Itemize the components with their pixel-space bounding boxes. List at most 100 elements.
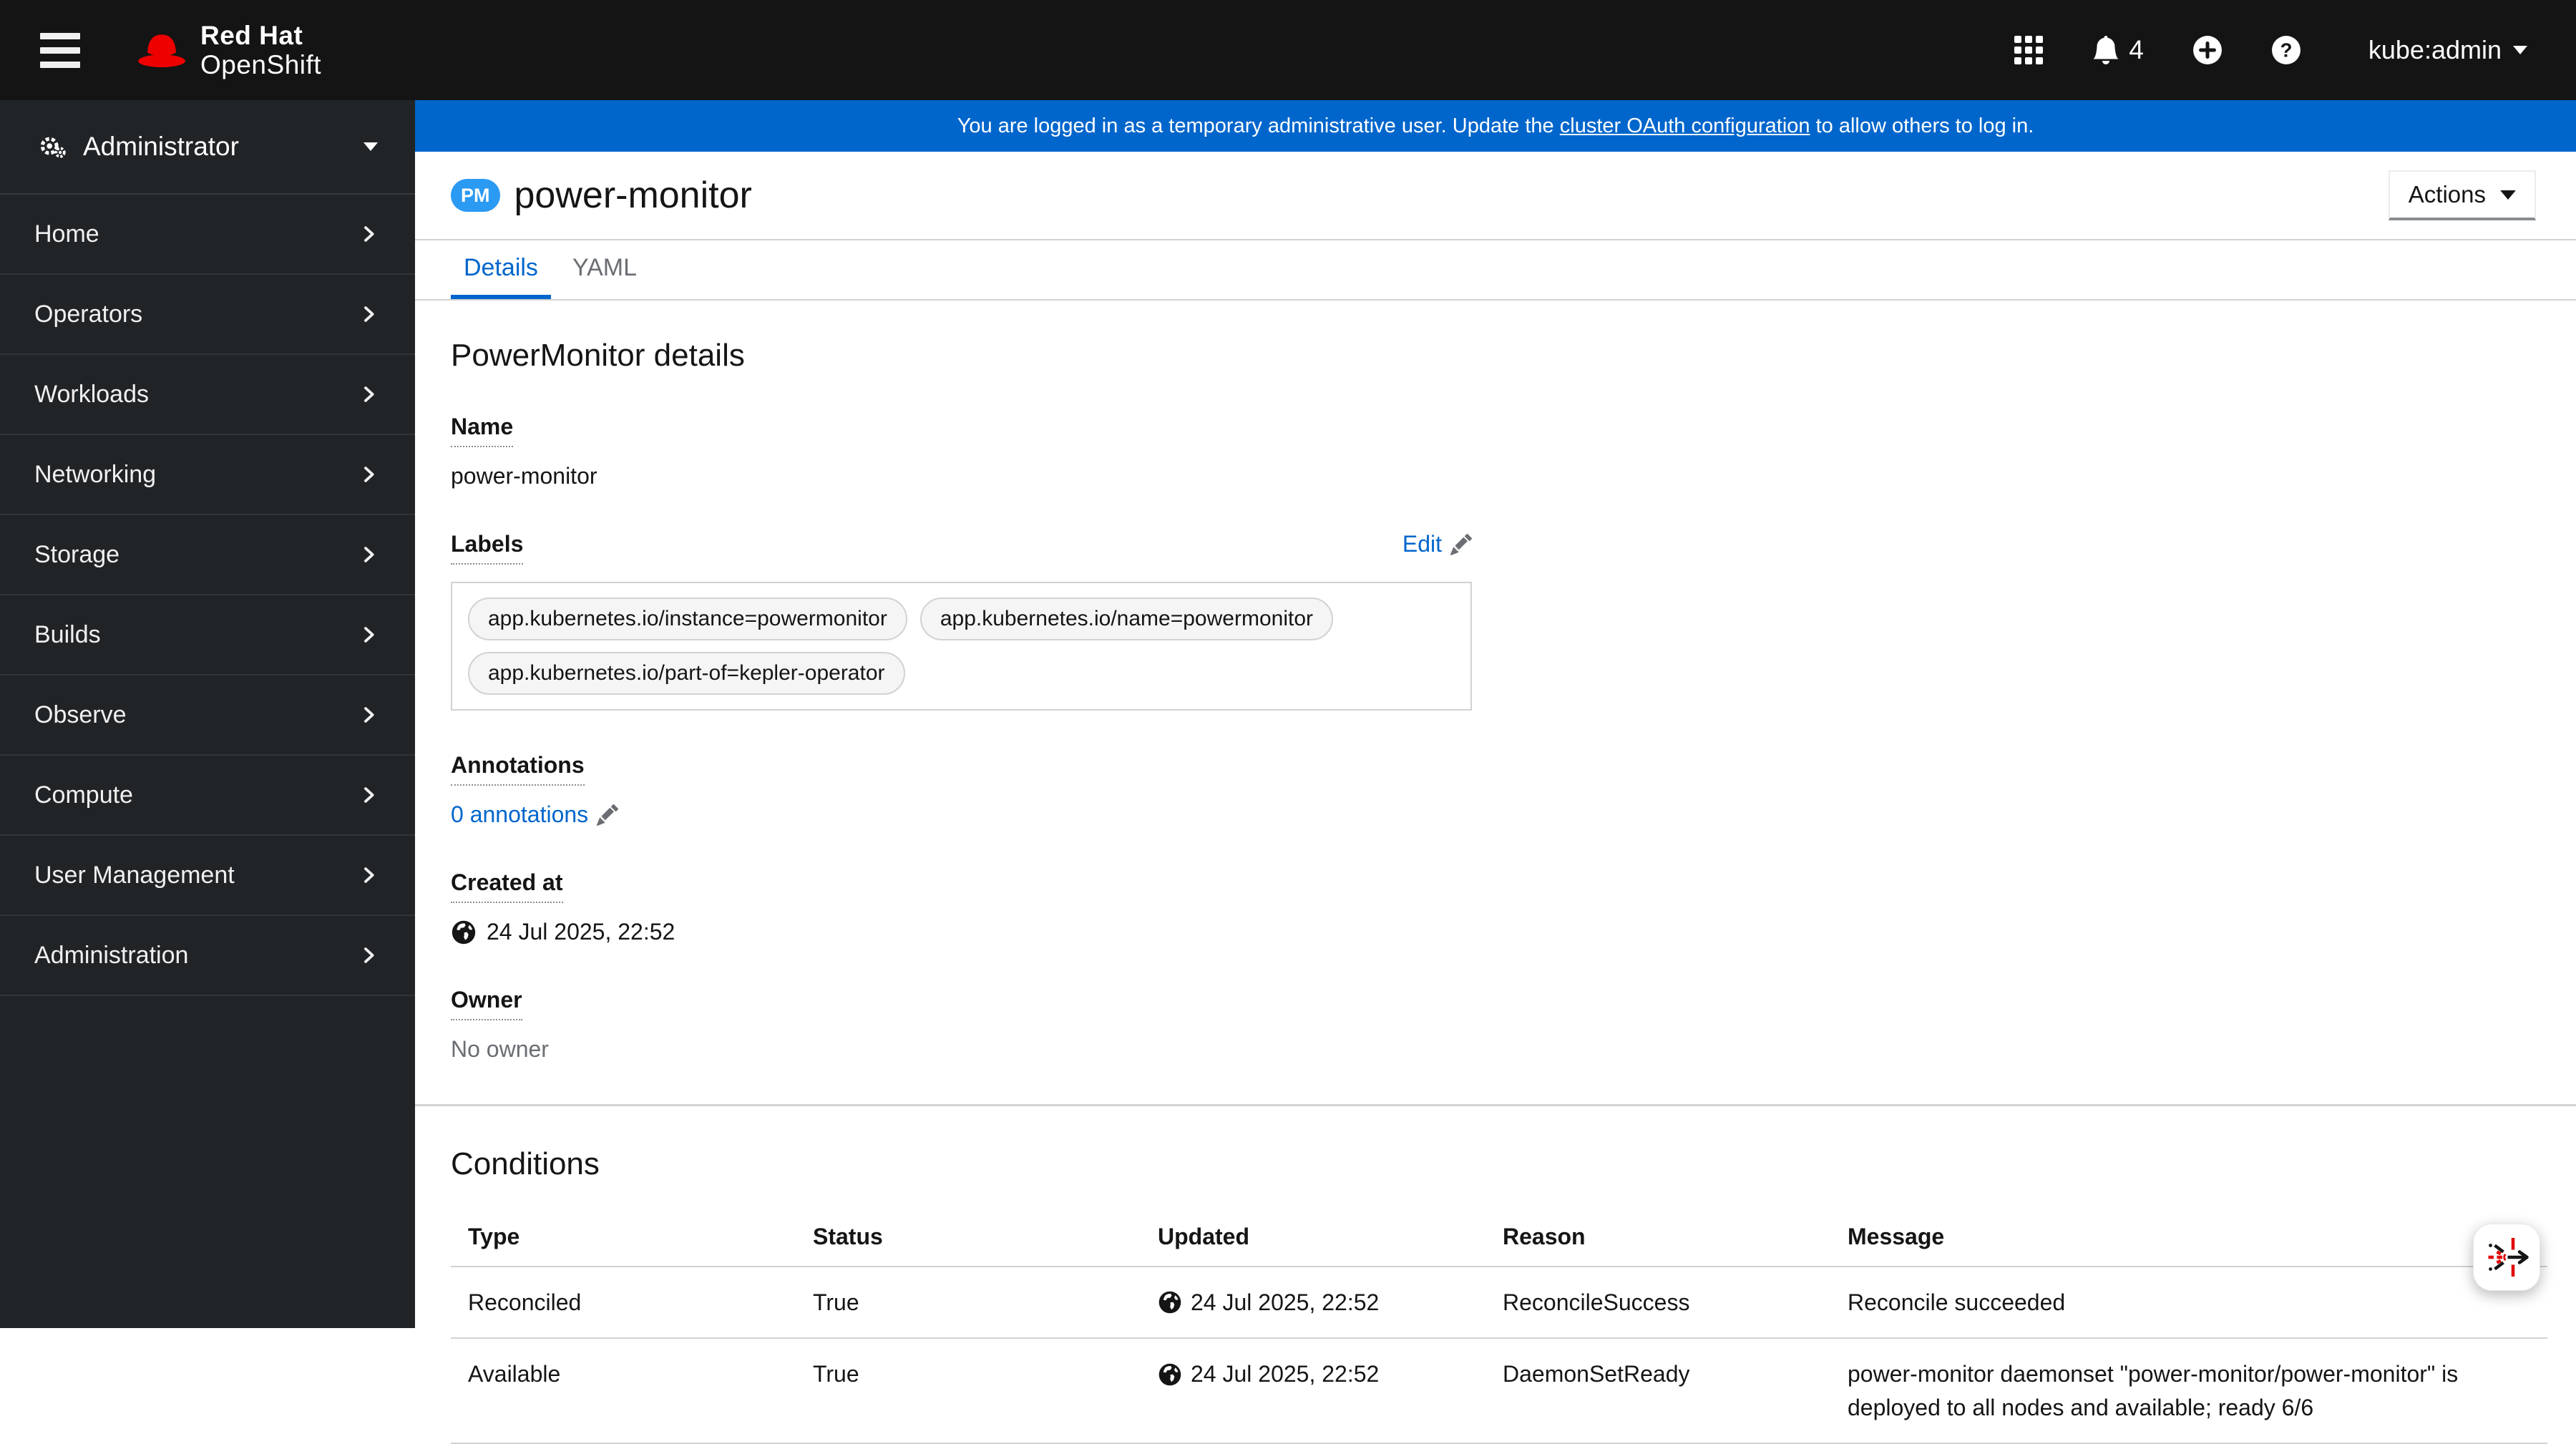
created-at-group: Created at 24 Jul 2025, 22:52 — [451, 869, 2536, 945]
nav-item-label: Home — [34, 220, 99, 248]
chevron-right-icon — [359, 786, 378, 804]
brand-name-bottom: OpenShift — [200, 50, 322, 79]
label-chip[interactable]: app.kubernetes.io/instance=powermonitor — [468, 597, 907, 640]
col-reason: Reason — [1485, 1208, 1830, 1267]
col-type: Type — [451, 1208, 796, 1267]
pencil-icon — [1450, 533, 1472, 555]
conditions-table: Type Status Updated Reason Message Recon… — [451, 1208, 2547, 1444]
sidebar-item-operators[interactable]: Operators — [0, 275, 415, 355]
nav-toggle-button[interactable] — [33, 26, 87, 75]
nav-item-label: Compute — [34, 781, 133, 809]
masthead-toolbar: 4 ? kube:admin — [2010, 31, 2532, 69]
condition-type: Available — [451, 1338, 796, 1444]
sidebar-item-networking[interactable]: Networking — [0, 435, 415, 515]
svg-text:?: ? — [2280, 39, 2292, 61]
labels-group: Labels Edit app.kubernetes.io/instance=p… — [451, 531, 2536, 711]
condition-row: Reconciled True 24 Jul 2025, 22:52 Recon… — [451, 1267, 2547, 1340]
annotations-edit-link[interactable]: 0 annotations — [451, 801, 619, 828]
label-chip[interactable]: app.kubernetes.io/part-of=kepler-operato… — [468, 652, 905, 695]
sidebar-item-user-management[interactable]: User Management — [0, 836, 415, 916]
brand-logo[interactable]: Red Hat OpenShift — [133, 21, 321, 79]
sidebar-item-workloads[interactable]: Workloads — [0, 355, 415, 435]
name-value: power-monitor — [451, 463, 597, 489]
condition-type: Reconciled — [451, 1267, 796, 1340]
annotations-group: Annotations 0 annotations — [451, 752, 2536, 828]
sidebar-item-compute[interactable]: Compute — [0, 756, 415, 836]
condition-updated: 24 Jul 2025, 22:52 — [1191, 1289, 1380, 1315]
annotations-label: Annotations — [451, 752, 585, 786]
login-notice-banner: You are logged in as a temporary adminis… — [415, 100, 2576, 152]
perspective-label: Administrator — [83, 132, 239, 161]
globe-icon — [1158, 1362, 1182, 1387]
app-launcher-button[interactable] — [2010, 31, 2047, 69]
condition-reason: ReconcileSuccess — [1485, 1267, 1830, 1340]
created-at-value: 24 Jul 2025, 22:52 — [487, 919, 675, 945]
name-group: Name power-monitor — [451, 414, 2536, 489]
details-heading: PowerMonitor details — [451, 338, 745, 373]
pencil-icon — [597, 804, 619, 826]
main-content: You are logged in as a temporary adminis… — [415, 100, 2576, 1444]
chevron-right-icon — [359, 305, 378, 323]
tab-details[interactable]: Details — [451, 240, 551, 299]
caret-down-icon — [364, 142, 378, 151]
sidebar-item-observe[interactable]: Observe — [0, 675, 415, 756]
page-header: PM power-monitor Actions — [415, 152, 2576, 240]
sidebar-item-builds[interactable]: Builds — [0, 595, 415, 675]
labels-label: Labels — [451, 531, 524, 565]
conditions-heading: Conditions — [451, 1146, 600, 1181]
sidebar-item-home[interactable]: Home — [0, 195, 415, 275]
nav-item-label: Networking — [34, 460, 157, 488]
sidebar-item-administration[interactable]: Administration — [0, 916, 415, 996]
edit-labels-link[interactable]: Edit — [1402, 531, 1472, 557]
banner-text-after: to allow others to log in. — [1810, 114, 2034, 137]
condition-updated: 24 Jul 2025, 22:52 — [1191, 1361, 1380, 1387]
plus-circle-icon — [2192, 35, 2223, 65]
resource-kind-badge: PM — [451, 179, 500, 212]
notifications-button[interactable]: 4 — [2087, 31, 2148, 69]
condition-message: power-monitor daemonset "power-monitor/p… — [1830, 1338, 2547, 1444]
masthead: Red Hat OpenShift 4 ? kube:admin — [0, 0, 2576, 100]
globe-icon — [451, 919, 477, 945]
quick-create-button[interactable] — [2188, 31, 2227, 69]
labels-list: app.kubernetes.io/instance=powermonitor … — [451, 582, 1472, 711]
question-circle-icon: ? — [2271, 35, 2301, 65]
nav-item-label: Administration — [34, 941, 189, 969]
created-at-label: Created at — [451, 869, 563, 903]
brand-name-top: Red Hat — [200, 21, 303, 50]
chevron-right-icon — [359, 866, 378, 884]
click-indicator-overlay — [2473, 1224, 2540, 1291]
col-status: Status — [796, 1208, 1141, 1267]
apps-grid-icon — [2014, 36, 2044, 64]
actions-dropdown-button[interactable]: Actions — [2388, 170, 2536, 220]
gears-icon — [37, 132, 67, 162]
conditions-section: Conditions Type Status Updated Reason Me… — [415, 1106, 2576, 1444]
redhat-fedora-icon — [133, 29, 190, 72]
perspective-switcher[interactable]: Administrator — [0, 100, 415, 195]
owner-group: Owner No owner — [451, 987, 2536, 1063]
chevron-right-icon — [359, 385, 378, 404]
tab-bar: Details YAML — [415, 240, 2576, 301]
label-chip[interactable]: app.kubernetes.io/name=powermonitor — [919, 597, 1333, 640]
col-message: Message — [1830, 1208, 2547, 1267]
chevron-right-icon — [359, 946, 378, 965]
click-burst-arrow-icon — [2481, 1231, 2532, 1283]
edit-label: Edit — [1402, 531, 1442, 557]
details-section: PowerMonitor details Name power-monitor … — [415, 301, 2576, 1063]
chevron-right-icon — [359, 545, 378, 564]
annotations-count: 0 annotations — [451, 801, 589, 827]
help-button[interactable]: ? — [2267, 31, 2306, 69]
caret-down-icon — [2513, 46, 2527, 54]
nav-item-label: Builds — [34, 620, 101, 648]
condition-row: Available True 24 Jul 2025, 22:52 Daemon… — [451, 1338, 2547, 1444]
sidebar-item-storage[interactable]: Storage — [0, 515, 415, 595]
tab-yaml[interactable]: YAML — [560, 240, 650, 299]
conditions-header-row: Type Status Updated Reason Message — [451, 1208, 2547, 1267]
actions-label: Actions — [2408, 181, 2486, 208]
caret-down-icon — [2500, 190, 2516, 200]
nav-item-label: Operators — [34, 300, 143, 328]
oauth-config-link[interactable]: cluster OAuth configuration — [1560, 114, 1810, 137]
page-title: power-monitor — [514, 175, 752, 216]
nav-item-label: Workloads — [34, 380, 149, 408]
user-menu-button[interactable]: kube:admin — [2364, 34, 2532, 66]
owner-value: No owner — [451, 1036, 549, 1062]
